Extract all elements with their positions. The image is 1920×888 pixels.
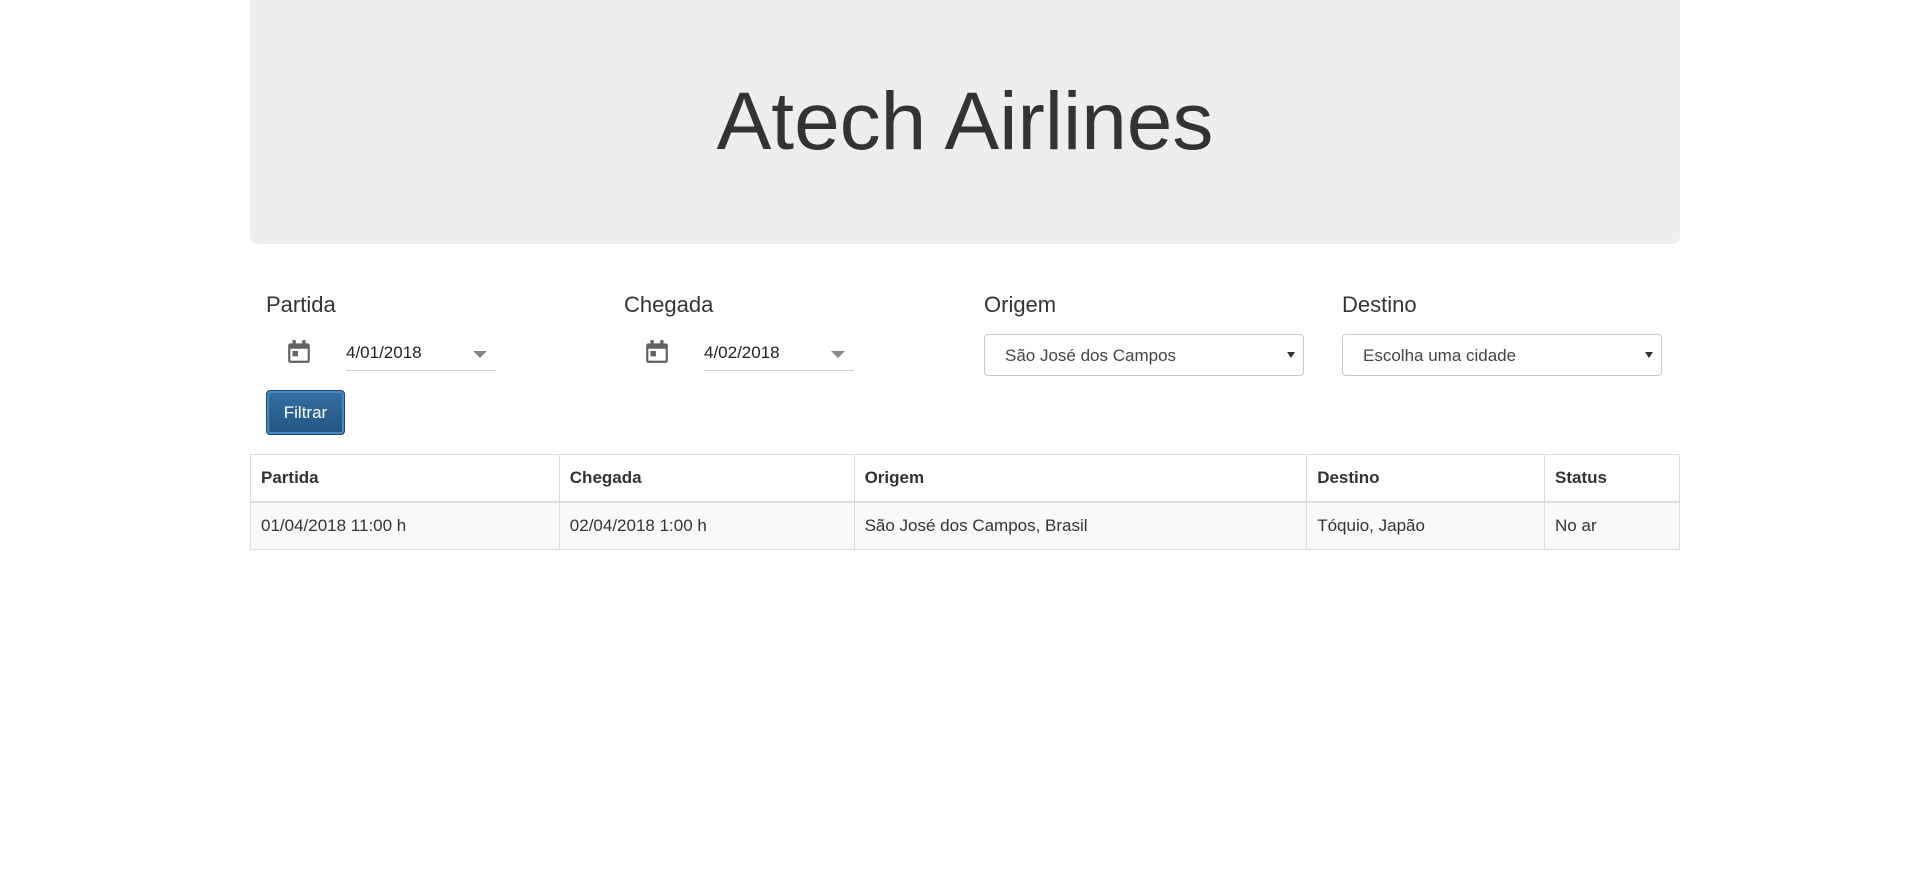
table-row: 01/04/2018 11:00 h 02/04/2018 1:00 h São…: [250, 501, 1680, 550]
cell-origin: São José dos Campos, Brasil: [853, 501, 1308, 550]
header-banner: Atech Airlines: [250, 0, 1680, 244]
page-container: Atech Airlines Partida Chegada: [250, 0, 1680, 454]
column-header-departure: Partida: [250, 454, 560, 503]
dropdown-arrow-icon: [1645, 352, 1653, 358]
table-header-row: Partida Chegada Origem Destino Status: [250, 454, 1680, 503]
cell-arrival: 02/04/2018 1:00 h: [558, 501, 855, 550]
origin-filter: Origem São José dos Campos: [984, 292, 1304, 376]
destination-select[interactable]: Escolha uma cidade: [1342, 334, 1662, 376]
filter-button[interactable]: Filtrar: [266, 390, 345, 435]
destination-label: Destino: [1342, 292, 1417, 317]
origin-selected-value: São José dos Campos: [1005, 346, 1177, 365]
column-header-destination: Destino: [1306, 454, 1546, 503]
arrival-label: Chegada: [624, 292, 714, 317]
destination-filter: Destino Escolha uma cidade: [1342, 292, 1662, 376]
origin-label: Origem: [984, 292, 1057, 317]
departure-filter: Partida: [266, 292, 586, 372]
chevron-down-icon[interactable]: [831, 351, 845, 358]
column-header-status: Status: [1544, 454, 1680, 503]
calendar-icon[interactable]: [286, 338, 312, 366]
chevron-down-icon[interactable]: [473, 351, 487, 358]
calendar-icon[interactable]: [644, 338, 670, 366]
dropdown-arrow-icon: [1287, 352, 1295, 358]
origin-select[interactable]: São José dos Campos: [984, 334, 1304, 376]
cell-status: No ar: [1544, 501, 1680, 550]
cell-destination: Tóquio, Japão: [1306, 501, 1546, 550]
cell-departure: 01/04/2018 11:00 h: [250, 501, 560, 550]
departure-label: Partida: [266, 292, 336, 317]
filter-form: Partida Chegada: [250, 244, 1680, 454]
flights-table: Partida Chegada Origem Destino Status 01…: [250, 454, 1680, 550]
column-header-arrival: Chegada: [558, 454, 855, 503]
arrival-filter: Chegada: [624, 292, 944, 372]
column-header-origin: Origem: [853, 454, 1308, 503]
destination-selected-value: Escolha uma cidade: [1363, 346, 1517, 365]
departure-date-picker[interactable]: [266, 336, 586, 372]
page-title: Atech Airlines: [716, 76, 1214, 167]
arrival-date-picker[interactable]: [624, 336, 944, 372]
